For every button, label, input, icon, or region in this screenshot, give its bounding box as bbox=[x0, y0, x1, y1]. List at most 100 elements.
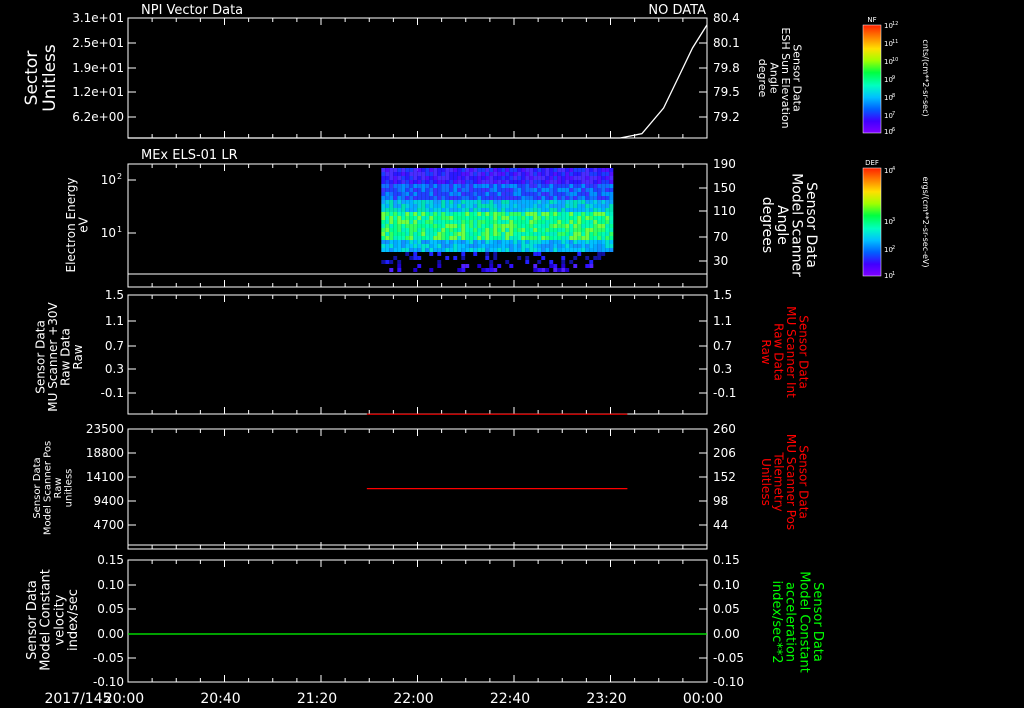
spectrogram-cell bbox=[509, 228, 514, 232]
spectrogram-cell bbox=[481, 244, 486, 248]
spectrogram-cell bbox=[465, 240, 470, 244]
spectrogram-cell bbox=[433, 184, 438, 188]
spectrogram-cell bbox=[561, 180, 566, 184]
spectrogram-cell bbox=[489, 200, 494, 204]
spectrogram-cell bbox=[585, 244, 590, 248]
spectrogram-cell bbox=[601, 256, 606, 260]
y-tick-label: 1.9e+01 bbox=[72, 61, 124, 75]
spectrogram-cell bbox=[453, 204, 458, 208]
spectrogram-cell bbox=[441, 220, 446, 224]
spectrogram-cell bbox=[517, 176, 522, 180]
spectrogram-cell bbox=[433, 228, 438, 232]
spectrogram-cell bbox=[449, 264, 454, 268]
spectrogram-cell bbox=[569, 216, 574, 220]
spectrogram-cell bbox=[549, 184, 554, 188]
spectrogram-cell bbox=[409, 248, 414, 252]
spectrogram-cell bbox=[425, 240, 430, 244]
spectrogram-cell bbox=[457, 252, 462, 256]
spectrogram-cell bbox=[381, 256, 386, 260]
spectrogram-cell bbox=[577, 220, 582, 224]
spectrogram-cell bbox=[489, 260, 494, 264]
spectrogram-cell bbox=[385, 216, 390, 220]
spectrogram-cell bbox=[401, 256, 406, 260]
spectrogram-cell bbox=[445, 192, 450, 196]
y-tick-label: 10 bbox=[101, 173, 116, 187]
spectrogram-cell bbox=[473, 228, 478, 232]
spectrogram-cell bbox=[473, 172, 478, 176]
spectrogram-cell bbox=[497, 240, 502, 244]
spectrogram-cell bbox=[453, 260, 458, 264]
spectrogram-cell bbox=[461, 196, 466, 200]
spectrogram-cell bbox=[545, 220, 550, 224]
spectrogram-cell bbox=[421, 216, 426, 220]
y-tick-label: 70 bbox=[713, 230, 728, 244]
spectrogram-cell bbox=[601, 212, 606, 216]
spectrogram-cell bbox=[521, 192, 526, 196]
spectrogram-cell bbox=[541, 252, 546, 256]
spectrogram-cell bbox=[497, 212, 502, 216]
spectrogram-cell bbox=[465, 220, 470, 224]
spectrogram-cell bbox=[521, 176, 526, 180]
spectrogram-cell bbox=[481, 192, 486, 196]
chart-canvas: NPI Vector Data NO DATA3.1e+012.5e+011.9e… bbox=[22, 3, 930, 707]
spectrogram-cell bbox=[421, 248, 426, 252]
spectrogram-cell bbox=[605, 204, 610, 208]
spectrogram-cell bbox=[389, 240, 394, 244]
spectrogram-cell bbox=[537, 220, 542, 224]
spectrogram-cell bbox=[413, 264, 418, 268]
spectrogram-cell bbox=[505, 228, 510, 232]
spectrogram-cell bbox=[385, 184, 390, 188]
spectrogram-cell bbox=[397, 236, 402, 240]
spectrogram-cell bbox=[541, 192, 546, 196]
spectrogram-cell bbox=[517, 240, 522, 244]
spectrogram-cell bbox=[609, 192, 614, 196]
spectrogram-cell bbox=[557, 188, 562, 192]
spectrogram-cell bbox=[565, 196, 570, 200]
spectrogram-cell bbox=[565, 236, 570, 240]
spectrogram-cell bbox=[457, 176, 462, 180]
spectrogram-cell bbox=[441, 196, 446, 200]
spectrogram-cell bbox=[609, 180, 614, 184]
spectrogram-cell bbox=[541, 244, 546, 248]
colorbar-unit: ergs/(cm**2-sr-sec-eV) bbox=[921, 176, 930, 267]
spectrogram-cell bbox=[509, 196, 514, 200]
spectrogram-cell bbox=[517, 208, 522, 212]
spectrogram-cell bbox=[437, 184, 442, 188]
spectrogram-cell bbox=[521, 252, 526, 256]
spectrogram-cell bbox=[385, 244, 390, 248]
spectrogram-cell bbox=[445, 232, 450, 236]
spectrogram-cell bbox=[577, 212, 582, 216]
spectrogram-cell bbox=[425, 176, 430, 180]
spectrogram-cell bbox=[405, 244, 410, 248]
spectrogram-cell bbox=[409, 204, 414, 208]
spectrogram-cell bbox=[557, 252, 562, 256]
spectrogram-cell bbox=[521, 204, 526, 208]
spectrogram-cell bbox=[469, 248, 474, 252]
spectrogram-cell bbox=[561, 216, 566, 220]
spectrogram-cell bbox=[473, 188, 478, 192]
spectrogram-cell bbox=[405, 264, 410, 268]
spectrogram-cell bbox=[529, 236, 534, 240]
spectrogram-cell bbox=[585, 240, 590, 244]
spectrogram-cell bbox=[381, 212, 386, 216]
spectrogram-cell bbox=[441, 176, 446, 180]
spectrogram-cell bbox=[593, 176, 598, 180]
spectrogram-cell bbox=[489, 224, 494, 228]
spectrogram-cell bbox=[513, 244, 518, 248]
spectrogram-cell bbox=[601, 240, 606, 244]
spectrogram-cell bbox=[469, 224, 474, 228]
spectrogram-cell bbox=[525, 200, 530, 204]
spectrogram-cell bbox=[497, 224, 502, 228]
spectrogram-cell bbox=[581, 228, 586, 232]
spectrogram-cell bbox=[461, 224, 466, 228]
y-tick-label: 9400 bbox=[93, 494, 124, 508]
spectrogram-cell bbox=[501, 196, 506, 200]
spectrogram-cell bbox=[557, 232, 562, 236]
spectrogram-cell bbox=[481, 176, 486, 180]
spectrogram-cell bbox=[541, 168, 546, 172]
spectrogram-cell bbox=[589, 204, 594, 208]
spectrogram-cell bbox=[585, 260, 590, 264]
spectrogram-cell bbox=[429, 180, 434, 184]
spectrogram-cell bbox=[541, 216, 546, 220]
spectrogram-cell bbox=[433, 172, 438, 176]
